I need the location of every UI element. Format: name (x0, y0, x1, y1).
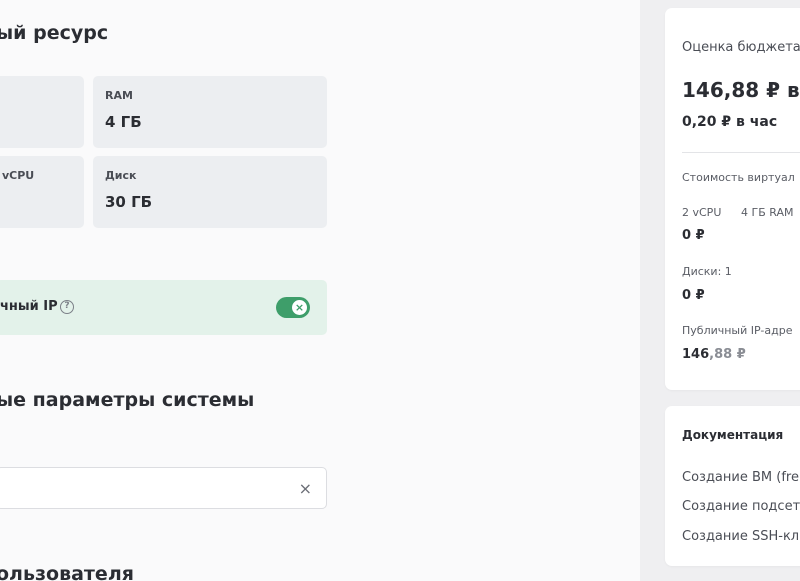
system-param-input[interactable]: × (0, 467, 327, 509)
docs-link[interactable]: Создание подсет (682, 499, 800, 514)
main-content: ый ресурс RAM 4 ГБ vCPU Диск 30 ГБ чный … (0, 0, 640, 581)
section-title-user: ользователя (0, 563, 134, 581)
divider (682, 152, 800, 153)
budget-title: Оценка бюджета (682, 40, 800, 55)
public-ip-cost: 146,88 ₽ (682, 347, 746, 362)
vcpu-label: vCPU (2, 169, 35, 182)
public-ip-cost-rest: ,88 ₽ (709, 347, 746, 362)
vm-ram: 4 ГБ RAM (741, 206, 794, 219)
disk-value: 30 ГБ (105, 193, 153, 211)
ram-value: 4 ГБ (105, 113, 142, 131)
docs-card: Документация Создание ВМ (fre Создание п… (665, 406, 800, 566)
disks-label: Диски: 1 (682, 265, 732, 278)
section-title-resource: ый ресурс (0, 22, 109, 44)
budget-hourly: 0,20 ₽ в час (682, 114, 778, 130)
tile-config-preset[interactable] (0, 76, 84, 148)
public-ip-cost-main: 146 (682, 347, 710, 362)
section-title-params: ые параметры системы (0, 389, 255, 411)
help-icon[interactable]: ? (60, 300, 74, 314)
public-ip-cost-label: Публичный IP-адре (682, 324, 793, 337)
budget-card: Оценка бюджета 146,88 ₽ в м 0,20 ₽ в час… (665, 8, 800, 390)
public-ip-option: чный IP ? × (0, 280, 327, 335)
vm-vcpu: 2 vCPU (682, 206, 722, 219)
clear-icon[interactable]: × (299, 479, 312, 498)
disk-label: Диск (105, 169, 137, 182)
tile-ram[interactable]: RAM 4 ГБ (93, 76, 327, 148)
close-icon: × (292, 300, 307, 315)
tile-disk[interactable]: Диск 30 ГБ (93, 156, 327, 228)
ram-label: RAM (105, 89, 133, 102)
disks-cost: 0 ₽ (682, 288, 705, 303)
docs-title: Документация (682, 428, 784, 442)
docs-link[interactable]: Создание SSH-кл (682, 529, 799, 544)
vm-cost-label: Стоимость виртуал (682, 171, 795, 184)
tile-vcpu[interactable]: vCPU (0, 156, 84, 228)
public-ip-toggle[interactable]: × (276, 297, 310, 318)
docs-link[interactable]: Создание ВМ (fre (682, 470, 799, 485)
vm-cost-value: 0 ₽ (682, 228, 705, 243)
public-ip-label: чный IP (0, 299, 58, 314)
budget-monthly: 146,88 ₽ в м (682, 78, 800, 102)
